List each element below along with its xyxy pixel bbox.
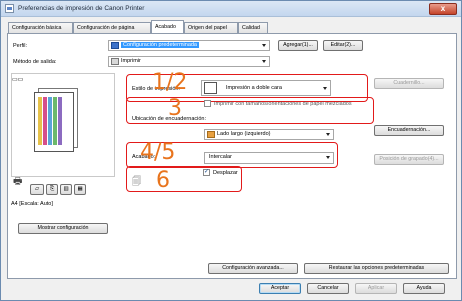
apply-button[interactable]: Aplicar bbox=[355, 283, 397, 294]
close-button[interactable]: x bbox=[429, 3, 457, 15]
page-layout-icon: ▭▭ bbox=[12, 77, 24, 83]
printing-style-value: Impresión a doble cara bbox=[226, 85, 282, 91]
add-profile-button[interactable]: Agregar(1)... bbox=[278, 40, 318, 51]
finishing-select[interactable]: Intercalar bbox=[204, 152, 334, 164]
tab-paper-source[interactable]: Origen del papel bbox=[184, 22, 238, 33]
offset-checkbox[interactable]: ✓ bbox=[203, 169, 210, 176]
annotation-number-1: 1/2 bbox=[152, 70, 188, 95]
preview-caption: A4 [Escala: Auto] bbox=[11, 201, 53, 207]
help-button[interactable]: Ayuda bbox=[403, 283, 445, 294]
preview-color-bar bbox=[48, 97, 52, 145]
layout-preview-icon[interactable]: ▦ bbox=[74, 184, 86, 195]
annotation-number-3: 4/5 bbox=[140, 140, 176, 165]
finishing-value: Intercalar bbox=[209, 154, 232, 160]
advanced-settings-button[interactable]: Configuración avanzada... bbox=[208, 263, 298, 274]
staple-position-button[interactable]: Posición de grapado(4)... bbox=[374, 154, 444, 165]
mixed-sizes-checkbox[interactable] bbox=[204, 100, 211, 107]
tab-basic-settings[interactable]: Configuración básica bbox=[8, 22, 73, 33]
tab-quality[interactable]: Calidad bbox=[238, 22, 268, 33]
binding-location-select[interactable]: Lado largo (izquierdo) bbox=[204, 129, 334, 140]
staple-preview-icon[interactable]: ⎘ bbox=[46, 184, 58, 195]
preview-front-page bbox=[34, 92, 74, 152]
binding-location-value: Lado largo (izquierdo) bbox=[217, 131, 271, 137]
preview-color-bar bbox=[38, 97, 42, 145]
printer-app-icon bbox=[5, 4, 14, 13]
chevron-down-icon bbox=[262, 60, 266, 63]
print-icon bbox=[111, 58, 119, 65]
output-method-label: Método de salida: bbox=[13, 59, 57, 65]
duplex-icon bbox=[204, 82, 217, 94]
output-method-select[interactable]: Imprimir bbox=[108, 56, 270, 67]
printer-icon: 🖶 bbox=[13, 176, 23, 187]
chevron-down-icon bbox=[326, 156, 330, 159]
preview-color-bar bbox=[53, 97, 57, 145]
finishing-panel: Perfil: Configuración predeterminada Agr… bbox=[7, 33, 457, 279]
booklet-button[interactable]: Cuadernillo... bbox=[374, 78, 444, 89]
edit-profile-button[interactable]: Editar(2)... bbox=[323, 40, 363, 51]
cancel-button[interactable]: Cancelar bbox=[307, 283, 349, 294]
duplex-preview-icon[interactable]: ▱ bbox=[30, 184, 44, 195]
output-method-value: Imprimir bbox=[121, 58, 141, 64]
title-bar[interactable]: Preferencias de impresión de Canon Print… bbox=[1, 1, 461, 17]
chevron-down-icon bbox=[326, 133, 330, 136]
restore-defaults-button[interactable]: Restaurar las opciones predeterminadas bbox=[304, 263, 449, 274]
window-title: Preferencias de impresión de Canon Print… bbox=[18, 5, 145, 12]
offset-stack-icon: 🗐 bbox=[132, 176, 141, 186]
profile-value: Configuración predeterminada bbox=[121, 42, 199, 48]
offset-label: Desplazar bbox=[213, 170, 238, 176]
preview-color-bar bbox=[43, 97, 47, 145]
printing-style-select[interactable]: Impresión a doble cara bbox=[201, 80, 331, 96]
annotation-number-2: 3 bbox=[168, 96, 182, 121]
mixed-sizes-label: Imprimir con tamaños/orientaciones de pa… bbox=[214, 101, 352, 107]
binding-button[interactable]: Encuadernación... bbox=[374, 125, 444, 136]
finisher-preview-icon[interactable]: ▥ bbox=[60, 184, 72, 195]
tab-finishing[interactable]: Acabado bbox=[151, 20, 184, 33]
view-settings-button[interactable]: Mostrar configuración bbox=[18, 223, 108, 234]
chevron-down-icon bbox=[323, 87, 327, 90]
profile-label: Perfil: bbox=[13, 43, 28, 49]
binding-icon bbox=[207, 131, 215, 138]
printer-preferences-window: Preferencias de impresión de Canon Print… bbox=[0, 0, 462, 301]
tab-page-setup[interactable]: Configuración de página bbox=[73, 22, 151, 33]
preview-color-bar bbox=[58, 97, 62, 145]
profile-select[interactable]: Configuración predeterminada bbox=[108, 40, 270, 51]
annotation-number-4: 6 bbox=[156, 168, 170, 193]
ok-button[interactable]: Aceptar bbox=[259, 283, 301, 294]
chevron-down-icon bbox=[262, 44, 266, 47]
profile-icon bbox=[111, 42, 119, 49]
